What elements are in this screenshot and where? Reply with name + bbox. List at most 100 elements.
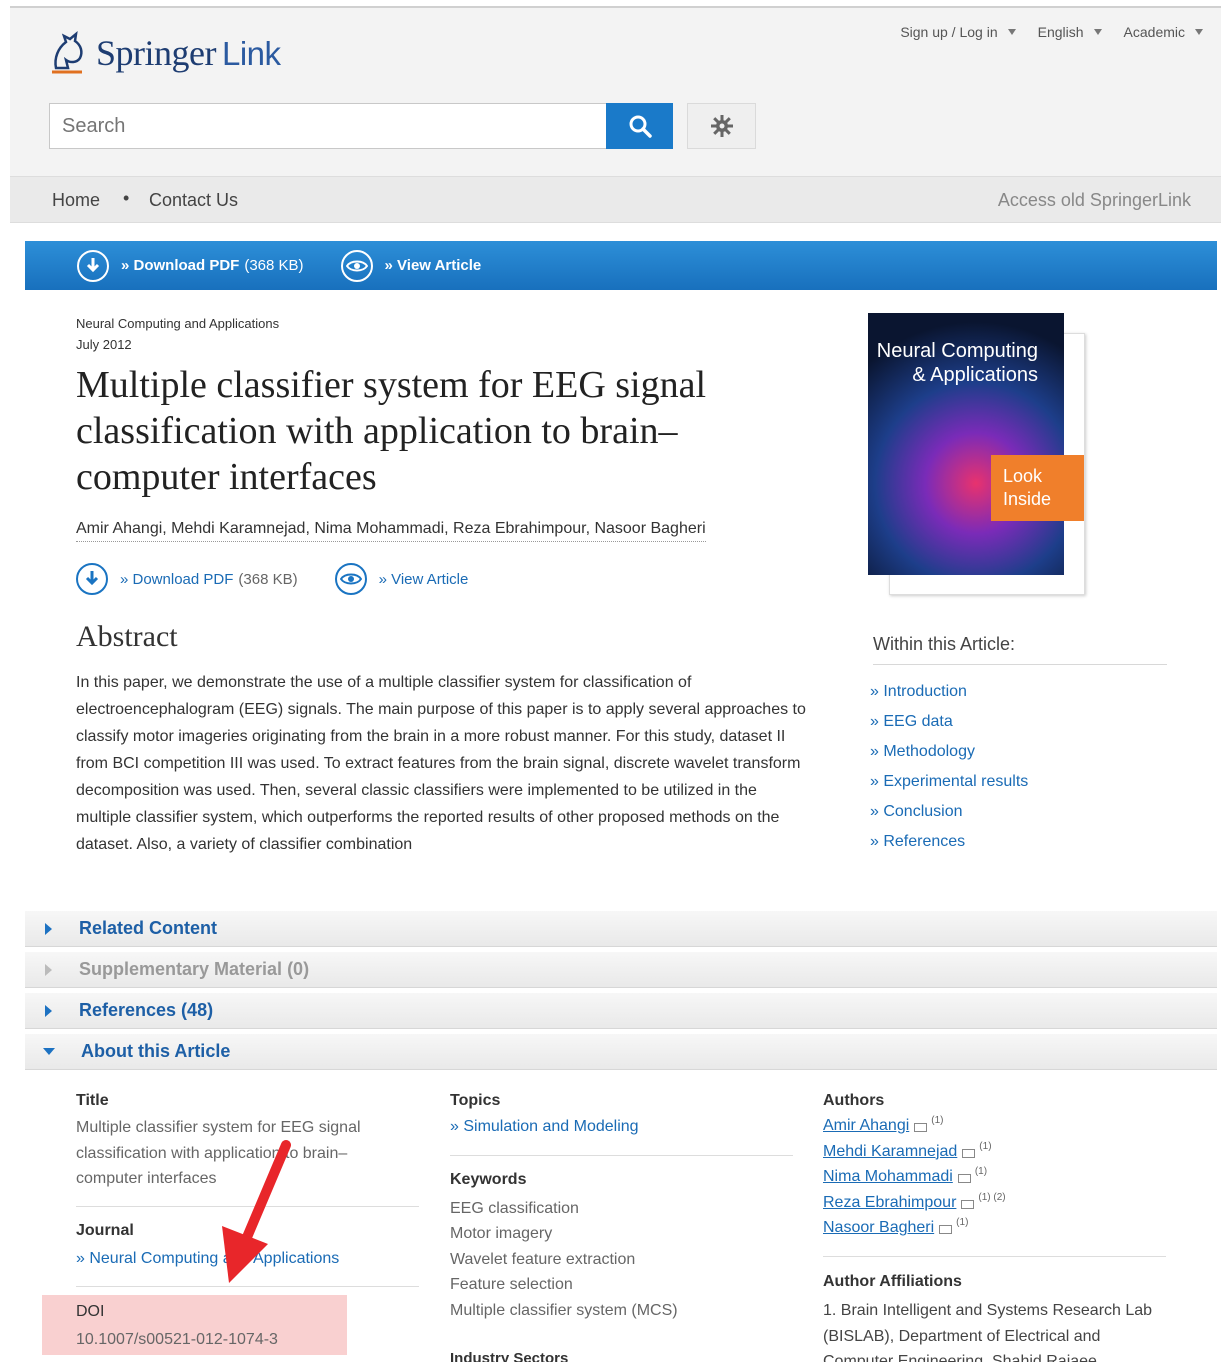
envelope-icon[interactable] — [914, 1123, 928, 1132]
nav-separator: • — [123, 188, 130, 208]
envelope-icon[interactable] — [962, 1148, 976, 1158]
download-icon[interactable] — [76, 563, 108, 595]
author-link[interactable]: Amir Ahangi — [823, 1117, 909, 1135]
search-button[interactable] — [606, 103, 673, 149]
envelope-icon[interactable] — [961, 1199, 975, 1209]
cover-title: Neural Computing & Applications — [876, 340, 1038, 386]
article-action-bar: » Download PDF (368 KB) » View Article — [25, 241, 1217, 290]
accordion-label: References (48) — [79, 1000, 214, 1020]
about-journal-label: Journal — [76, 1222, 134, 1239]
journal-cover[interactable]: Neural Computing & Applications — [868, 313, 1064, 575]
accordion-about-article[interactable]: About this Article — [25, 1034, 1217, 1070]
download-size: (368 KB) — [238, 570, 298, 588]
download-icon — [77, 249, 109, 282]
keyword-item: Multiple classifier system (MCS) — [450, 1302, 678, 1319]
about-author-list: Amir Ahangi (1) Mehdi Karamnejad (1) Nima … — [823, 1115, 1006, 1245]
eye-icon[interactable] — [334, 563, 367, 595]
segment-selector[interactable]: Academic — [1124, 24, 1203, 40]
within-link-conclusion[interactable]: Conclusion — [870, 803, 1028, 833]
author-item: Nima Mohammadi (1) — [823, 1166, 1006, 1194]
author-list[interactable]: Amir Ahangi, Mehdi Karamnejad, Nima Moha… — [76, 520, 706, 542]
within-link-introduction[interactable]: Introduction — [870, 683, 1028, 713]
within-article-nav: Introduction EEG data Methodology Experi… — [870, 683, 1028, 863]
view-article-link[interactable]: » View Article — [379, 571, 469, 588]
brand-name: Springer Link — [96, 33, 281, 73]
about-affiliations-label: Author Affiliations — [823, 1273, 962, 1290]
accordion-label: About this Article — [81, 1041, 231, 1061]
affiliation-ref: (1) — [974, 1166, 988, 1177]
springerlink-logo[interactable]: Springer Link — [48, 30, 281, 76]
view-article-button[interactable]: » View Article — [340, 249, 482, 282]
chevron-right-icon — [45, 1004, 52, 1017]
download-size: (368 KB) — [244, 257, 304, 274]
about-journal-link[interactable]: » Neural Computing and Applications — [76, 1250, 339, 1268]
article-title: Multiple classifier system for EEG signa… — [76, 364, 707, 498]
within-link-methodology[interactable]: Methodology — [870, 743, 1028, 773]
about-topics-label: Topics — [450, 1092, 501, 1109]
language-selector[interactable]: English — [1038, 24, 1102, 40]
author-link[interactable]: Nasoor Bagheri — [823, 1219, 934, 1237]
about-authors-label: Authors — [823, 1092, 885, 1109]
journal-name[interactable]: Neural Computing and Applications — [76, 316, 279, 331]
divider — [76, 1286, 419, 1287]
keyword-item: Motor imagery — [450, 1225, 553, 1242]
within-link-references[interactable]: References — [870, 833, 1028, 863]
divider — [450, 1155, 793, 1156]
envelope-icon[interactable] — [957, 1174, 971, 1183]
about-title-label: Title — [76, 1092, 109, 1109]
about-doi-value[interactable]: 10.1007/s00521-012-1074-3 — [76, 1327, 278, 1353]
author-item: Nasoor Bagheri (1) — [823, 1217, 1006, 1245]
affiliation-text: 1. Brain Intelligent and Systems Researc… — [823, 1302, 1153, 1362]
about-keywords-label: Keywords — [450, 1171, 527, 1188]
envelope-icon[interactable] — [939, 1225, 953, 1234]
chevron-right-icon — [45, 963, 52, 976]
within-link-eeg-data[interactable]: EEG data — [870, 713, 1028, 743]
springer-horse-icon — [52, 30, 83, 74]
download-pdf-label: » Download PDF — [121, 257, 240, 274]
download-pdf-button[interactable]: » Download PDF (368 KB) — [77, 249, 304, 282]
author-item: Mehdi Karamnejad (1) — [823, 1141, 1006, 1169]
about-doi-label: DOI — [76, 1303, 105, 1320]
abstract-text: In this paper, we demonstrate the use of… — [76, 674, 806, 853]
look-inside-button[interactable]: Look Inside — [991, 455, 1084, 521]
chevron-down-icon — [1195, 29, 1203, 35]
top-links: Sign up / Log in English Academic — [900, 24, 1203, 40]
keyword-item: Feature selection — [450, 1276, 573, 1293]
accordion-references[interactable]: References (48) — [25, 993, 1217, 1029]
affiliation-ref: (1) (2) — [978, 1191, 1006, 1203]
chevron-right-icon — [45, 922, 52, 935]
accordion-label: Supplementary Material (0) — [79, 959, 310, 979]
nav-contact-link[interactable]: Contact Us — [149, 190, 238, 211]
view-article-label: » View Article — [384, 257, 482, 274]
settings-button[interactable] — [687, 103, 756, 149]
publication-date: July 2012 — [76, 337, 132, 352]
chevron-down-icon — [1093, 29, 1102, 35]
author-link[interactable]: Mehdi Karamnejad — [823, 1143, 957, 1161]
author-item: Amir Ahangi (1) — [823, 1115, 1006, 1143]
author-link[interactable]: Reza Ebrahimpour — [823, 1194, 956, 1212]
chevron-down-icon — [43, 1048, 55, 1055]
about-industry-label: Industry Sectors — [450, 1350, 569, 1362]
about-title-value: Multiple classifier system for EEG signa… — [76, 1119, 361, 1187]
within-article-heading: Within this Article: — [873, 634, 1167, 665]
old-springerlink-link[interactable]: Access old SpringerLink — [998, 190, 1191, 211]
accordion-supplementary-material[interactable]: Supplementary Material (0) — [25, 952, 1217, 988]
search-icon — [629, 115, 652, 138]
site-header: Springer Link Sign up / Log in English Ac… — [10, 6, 1221, 176]
download-pdf-link[interactable]: » Download PDF — [120, 571, 233, 588]
author-link[interactable]: Nima Mohammadi — [823, 1168, 953, 1186]
keyword-item: EEG classification — [450, 1200, 579, 1217]
divider — [76, 1206, 419, 1207]
gear-icon — [710, 115, 733, 137]
affiliation-ref: (1) — [956, 1217, 969, 1228]
divider — [823, 1256, 1166, 1257]
chevron-down-icon — [1007, 29, 1016, 35]
nav-home-link[interactable]: Home — [52, 190, 100, 211]
accordion-label: Related Content — [79, 918, 218, 938]
search-input[interactable] — [49, 103, 607, 149]
affiliation-ref: (1) — [931, 1115, 944, 1126]
signup-login-link[interactable]: Sign up / Log in — [900, 24, 1016, 40]
about-topic-link[interactable]: » Simulation and Modeling — [450, 1118, 639, 1136]
within-link-experimental-results[interactable]: Experimental results — [870, 773, 1028, 803]
accordion-related-content[interactable]: Related Content — [25, 911, 1217, 947]
